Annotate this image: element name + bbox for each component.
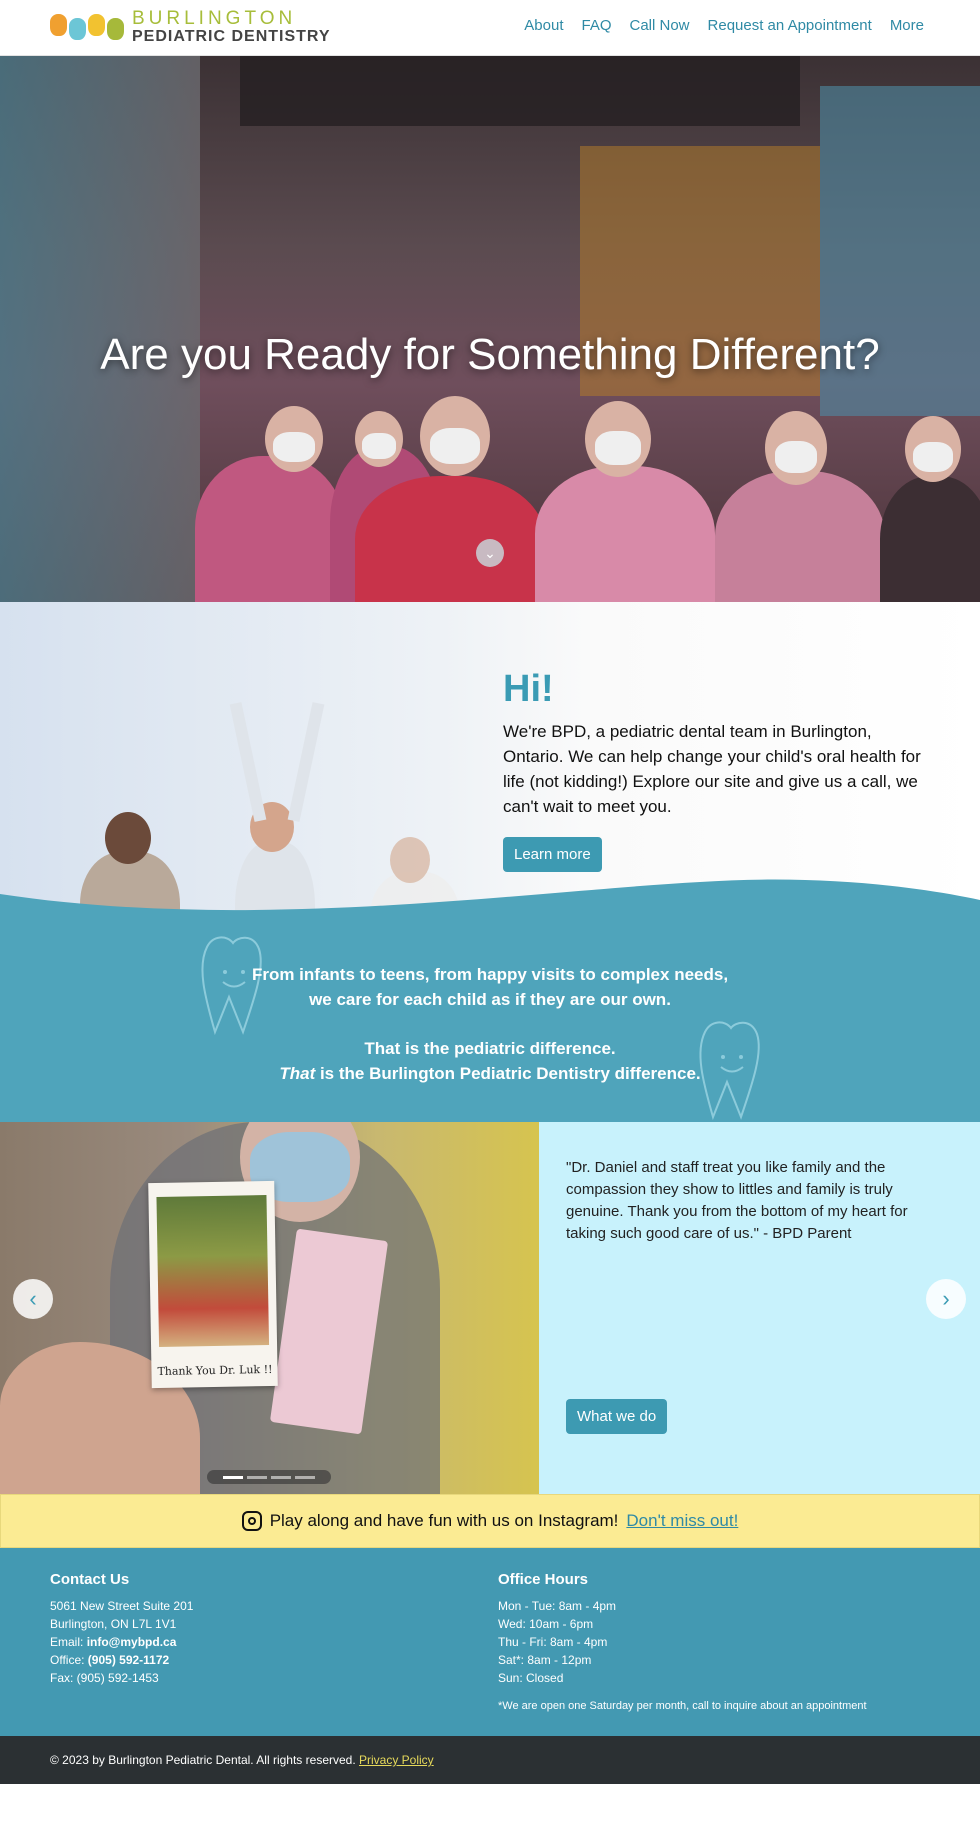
hero-section: Are you Ready for Something Different? ⌄ xyxy=(0,56,980,602)
hero-title: Are you Ready for Something Different? xyxy=(100,330,880,379)
contact-column: Contact Us 5061 New Street Suite 201 Bur… xyxy=(50,1571,194,1685)
testimonial-quote: "Dr. Daniel and staff treat you like fam… xyxy=(566,1159,908,1242)
teeth-logo-icon xyxy=(50,14,124,40)
main-nav: About FAQ Call Now Request an Appointmen… xyxy=(524,17,924,34)
hours-row: Sat*: 8am - 12pm xyxy=(498,1653,592,1667)
chevron-left-icon[interactable]: ‹ xyxy=(13,1279,53,1319)
mission-line4: That is the Burlington Pediatric Dentist… xyxy=(279,1064,701,1083)
testimonial-photo: Thank You Dr. Luk !! xyxy=(0,1122,539,1494)
address-line2: Burlington, ON L7L 1V1 xyxy=(50,1617,177,1631)
hours-row: Wed: 10am - 6pm xyxy=(498,1617,594,1631)
nav-about[interactable]: About xyxy=(524,17,563,34)
contact-title: Contact Us xyxy=(50,1571,130,1588)
mission-line2: we care for each child as if they are ou… xyxy=(309,990,671,1009)
slide-dot[interactable] xyxy=(223,1475,243,1479)
intro-body: We're BPD, a pediatric dental team in Bu… xyxy=(503,722,921,816)
fax-number: Fax: (905) 592-1453 xyxy=(50,1671,159,1685)
chevron-right-icon[interactable]: › xyxy=(926,1279,966,1319)
logo-line1: BURLINGTON xyxy=(132,8,297,29)
intro-heading: Hi! xyxy=(503,668,554,710)
copyright-bar: © 2023 by Burlington Pediatric Dental. A… xyxy=(0,1736,980,1784)
slide-dot[interactable] xyxy=(295,1475,315,1479)
polaroid-photo: Thank You Dr. Luk !! xyxy=(148,1180,278,1389)
hours-note: *We are open one Saturday per month, cal… xyxy=(498,1700,867,1712)
office-phone-link[interactable]: (905) 592-1172 xyxy=(88,1653,169,1667)
hours-row: Sun: Closed xyxy=(498,1671,564,1685)
slide-dot[interactable] xyxy=(271,1475,291,1479)
nav-faq[interactable]: FAQ xyxy=(581,17,611,34)
hours-row: Mon - Tue: 8am - 4pm xyxy=(498,1599,617,1613)
testimonial-section: Thank You Dr. Luk !! "Dr. Daniel and sta… xyxy=(0,1122,980,1494)
what-we-do-button[interactable]: What we do xyxy=(566,1399,668,1434)
site-footer: Contact Us 5061 New Street Suite 201 Bur… xyxy=(0,1548,980,1736)
site-logo[interactable]: BURLINGTON PEDIATRIC DENTISTRY xyxy=(50,9,331,45)
logo-line2: PEDIATRIC DENTISTRY xyxy=(132,28,331,45)
slide-indicator xyxy=(207,1470,331,1484)
instagram-text: Play along and have fun with us on Insta… xyxy=(269,1511,619,1530)
slide-dot[interactable] xyxy=(247,1475,267,1479)
instagram-banner: Play along and have fun with us on Insta… xyxy=(0,1494,980,1548)
nav-call-now[interactable]: Call Now xyxy=(630,17,690,34)
chevron-down-icon[interactable]: ⌄ xyxy=(476,539,504,567)
nav-request-appointment[interactable]: Request an Appointment xyxy=(708,17,872,34)
copyright-text: © 2023 by Burlington Pediatric Dental. A… xyxy=(50,1753,359,1767)
hours-title: Office Hours xyxy=(498,1571,589,1588)
instagram-link[interactable]: Don't miss out! xyxy=(626,1511,738,1531)
mission-band: From infants to teens, from happy visits… xyxy=(0,862,980,1185)
nav-more[interactable]: More xyxy=(890,17,924,34)
site-header: BURLINGTON PEDIATRIC DENTISTRY About FAQ… xyxy=(0,0,980,56)
mission-line1: From infants to teens, from happy visits… xyxy=(251,965,729,984)
polaroid-caption: Thank You Dr. Luk !! xyxy=(157,1362,273,1378)
address-line1: 5061 New Street Suite 201 xyxy=(50,1599,194,1613)
mission-line3: That is the pediatric difference. xyxy=(364,1039,616,1058)
instagram-icon[interactable] xyxy=(241,1511,262,1531)
hours-row: Thu - Fri: 8am - 4pm xyxy=(498,1635,608,1649)
email-link[interactable]: info@mybpd.ca xyxy=(87,1635,177,1649)
privacy-policy-link[interactable]: Privacy Policy xyxy=(359,1753,434,1767)
hours-column: Office Hours Mon - Tue: 8am - 4pm Wed: 1… xyxy=(498,1571,867,1715)
